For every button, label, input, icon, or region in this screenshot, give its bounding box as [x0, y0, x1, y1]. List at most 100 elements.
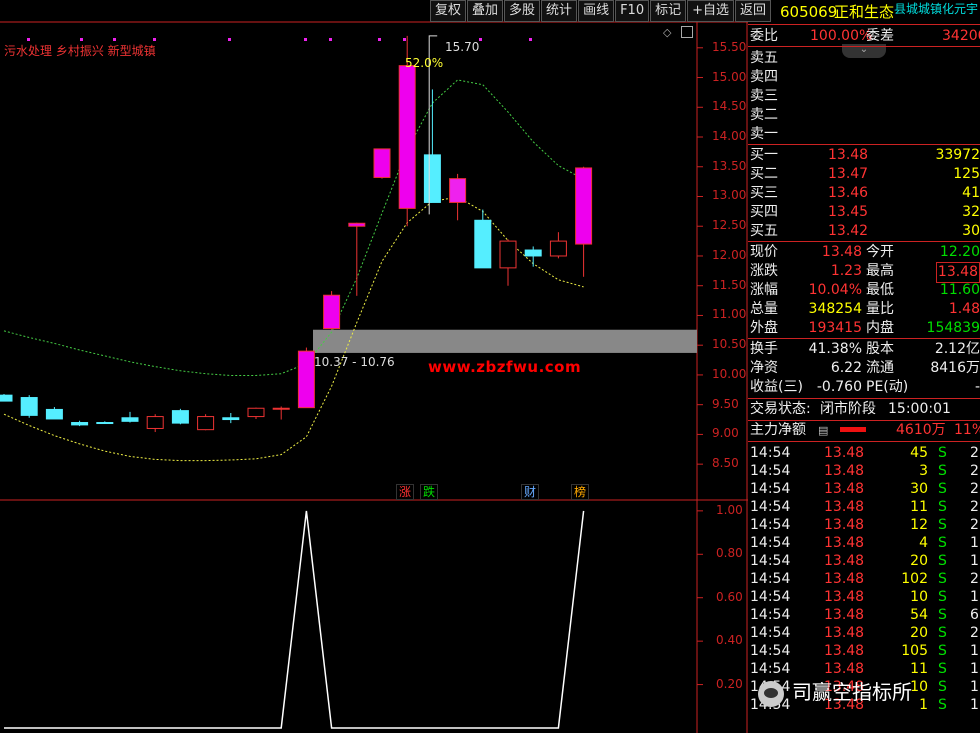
- candle: [247, 407, 265, 419]
- quote-label-2: 最低: [866, 282, 894, 298]
- tick-volume: 4: [919, 535, 928, 551]
- window-icon[interactable]: [681, 26, 693, 38]
- divider: [748, 398, 980, 399]
- tick-count: 2: [970, 463, 979, 479]
- list-icon[interactable]: ▤: [818, 421, 828, 440]
- tick-time: 14:54: [750, 643, 791, 659]
- tick-side: S: [938, 571, 947, 587]
- main-force-value: 4610万: [896, 422, 946, 438]
- stats-row: 收益(三) -0.760 PE(动) -: [748, 378, 980, 397]
- sell-level: 卖五: [748, 49, 980, 68]
- candle: [96, 421, 114, 425]
- tick-price: 13.48: [824, 463, 865, 479]
- candle-body: [171, 410, 189, 424]
- candle: [449, 173, 467, 221]
- candle: [45, 407, 63, 420]
- stock-name: 正和生态: [834, 3, 895, 21]
- stats-value: 6.22: [830, 360, 862, 376]
- candle-body: [45, 408, 63, 420]
- tick-volume: 102: [901, 571, 928, 587]
- tick-side: S: [938, 607, 947, 623]
- sell-label: 卖四: [750, 69, 778, 85]
- candle: [524, 246, 542, 267]
- toolbar-button-多股[interactable]: 多股: [504, 0, 541, 22]
- candle-body: [474, 219, 492, 269]
- quote-value: 1.23: [830, 263, 862, 279]
- candle-body: [348, 222, 366, 227]
- buy-price: 13.46: [828, 185, 869, 201]
- price-tick-label: 14.00: [712, 129, 747, 143]
- candle-body: [146, 416, 164, 429]
- toolbar-button-叠加[interactable]: 叠加: [467, 0, 504, 22]
- tick-row: 14:54 13.48 3 S 2: [748, 462, 980, 480]
- toolbar-button-+自选[interactable]: +自选: [687, 0, 735, 22]
- buy-price: 13.45: [828, 204, 869, 220]
- tick-price: 13.48: [824, 607, 865, 623]
- tick-volume: 12: [910, 517, 928, 533]
- event-marker[interactable]: 财: [521, 484, 539, 500]
- price-tick-label: 12.00: [712, 247, 747, 262]
- indicator-tick-label: 0.80: [716, 546, 743, 561]
- main-force-pct: 11%: [954, 422, 980, 438]
- diamond-icon[interactable]: ◇: [663, 26, 671, 39]
- price-tick-label: 13.50: [712, 158, 747, 173]
- price-tick-label: 12.50: [712, 218, 747, 233]
- price-tick-label: 14.50: [712, 99, 747, 114]
- footer-logo: 司赢空指标所: [758, 676, 978, 707]
- event-marker[interactable]: 涨: [396, 484, 414, 500]
- tick-volume: 20: [910, 625, 928, 641]
- watermark: www.zbzfwu.com: [428, 358, 582, 376]
- tick-time: 14:54: [750, 625, 791, 641]
- price-tick-label: 10.50: [712, 337, 747, 352]
- tick-row: 14:54 13.48 30 S 2: [748, 480, 980, 498]
- max-pct-label: 52.0%: [405, 56, 444, 70]
- lower-band-line: [3, 196, 584, 462]
- toolbar-button-统计[interactable]: 统计: [541, 0, 578, 22]
- stats-row: 净资 6.22 流通 8416万: [748, 359, 980, 378]
- quote-value-2: 13.48: [935, 262, 980, 283]
- sell-label: 卖三: [750, 88, 778, 104]
- tick-count: 2: [970, 517, 979, 533]
- candle-body: [0, 394, 13, 402]
- quote-label: 外盘: [750, 320, 778, 336]
- tick-price: 13.48: [824, 553, 865, 569]
- event-marker[interactable]: 榜: [571, 484, 589, 500]
- tick-price: 13.48: [824, 571, 865, 587]
- buy-level: 买三 13.46 41: [748, 184, 980, 203]
- candle-body: [323, 294, 341, 330]
- concept-tags: 污水处理 乡村振兴 新型城镇: [4, 44, 156, 58]
- tick-volume: 20: [910, 553, 928, 569]
- tick-time: 14:54: [750, 589, 791, 605]
- stats-value: 41.38%: [808, 341, 862, 357]
- event-marker[interactable]: 跌: [420, 484, 438, 500]
- signal-dot: [80, 38, 83, 41]
- tick-side: S: [938, 643, 947, 659]
- candle-body: [575, 167, 593, 245]
- toolbar-button-复权[interactable]: 复权: [430, 0, 467, 22]
- toolbar-button-F10[interactable]: F10: [615, 0, 650, 22]
- candle: [146, 414, 164, 433]
- candle-body: [373, 148, 391, 178]
- price-tick-label: 10.00: [712, 366, 747, 381]
- signal-dot: [403, 38, 406, 41]
- tick-volume: 30: [910, 481, 928, 497]
- tick-row: 14:54 13.48 20 S 1: [748, 552, 980, 570]
- candle: [348, 222, 366, 296]
- tick-time: 14:54: [750, 535, 791, 551]
- sell-label: 卖二: [750, 107, 778, 123]
- buy-label: 买四: [750, 204, 778, 220]
- tick-count: 1: [970, 589, 979, 605]
- candle: [499, 239, 517, 286]
- candle: [373, 148, 391, 179]
- stats-row: 换手 41.38% 股本 2.12亿: [748, 340, 980, 359]
- toolbar-button-标记[interactable]: 标记: [650, 0, 687, 22]
- weicha-value: 34200: [942, 28, 980, 44]
- toolbar-button-画线[interactable]: 画线: [578, 0, 615, 22]
- tick-side: S: [938, 481, 947, 497]
- quote-row: 总量 348254 量比 1.48: [748, 300, 980, 319]
- indicator-tick-label: 0.60: [716, 589, 743, 604]
- buy-level: 买四 13.45 32: [748, 203, 980, 222]
- quote-label: 总量: [750, 301, 778, 317]
- tick-row: 14:54 13.48 11 S 2: [748, 498, 980, 516]
- divider: [748, 241, 980, 242]
